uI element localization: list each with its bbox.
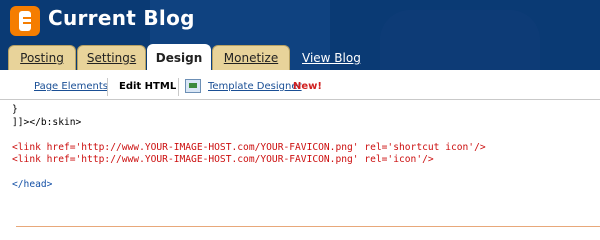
blogger-logo-mark — [19, 11, 31, 31]
blogger-header: Current Blog Posting Settings Design Mon… — [0, 0, 600, 70]
code-line: } — [12, 104, 18, 115]
code-line: <link href='http://www.YOUR-IMAGE-HOST.c… — [12, 154, 434, 165]
blogger-logo-icon[interactable] — [10, 6, 40, 36]
design-subnav: Page Elements Edit HTML Template Designe… — [0, 75, 600, 100]
tab-posting[interactable]: Posting — [8, 45, 76, 70]
blog-title: Current Blog — [48, 6, 195, 30]
subnav-divider — [178, 78, 179, 96]
code-line: <link href='http://www.YOUR-IMAGE-HOST.c… — [12, 141, 486, 153]
view-blog-link[interactable]: View Blog — [302, 51, 361, 65]
subnav-edit-html[interactable]: Edit HTML — [119, 81, 176, 92]
subnav-template-designer[interactable]: Template Designer — [208, 81, 302, 92]
code-line: </head> — [12, 179, 53, 190]
tab-settings[interactable]: Settings — [77, 45, 146, 70]
editor-bottom-border — [16, 226, 600, 227]
code-line: ]]></b:skin> — [12, 116, 82, 128]
template-designer-icon[interactable] — [185, 79, 201, 93]
tab-design[interactable]: Design — [147, 44, 211, 70]
header-decoration — [380, 10, 540, 70]
subnav-page-elements[interactable]: Page Elements — [34, 81, 108, 92]
tab-monetize[interactable]: Monetize — [212, 45, 290, 70]
new-badge: New! — [293, 81, 322, 92]
subnav-divider — [107, 78, 108, 96]
html-editor[interactable]: }]]></b:skin> <link href='http://www.YOUR… — [12, 104, 592, 192]
